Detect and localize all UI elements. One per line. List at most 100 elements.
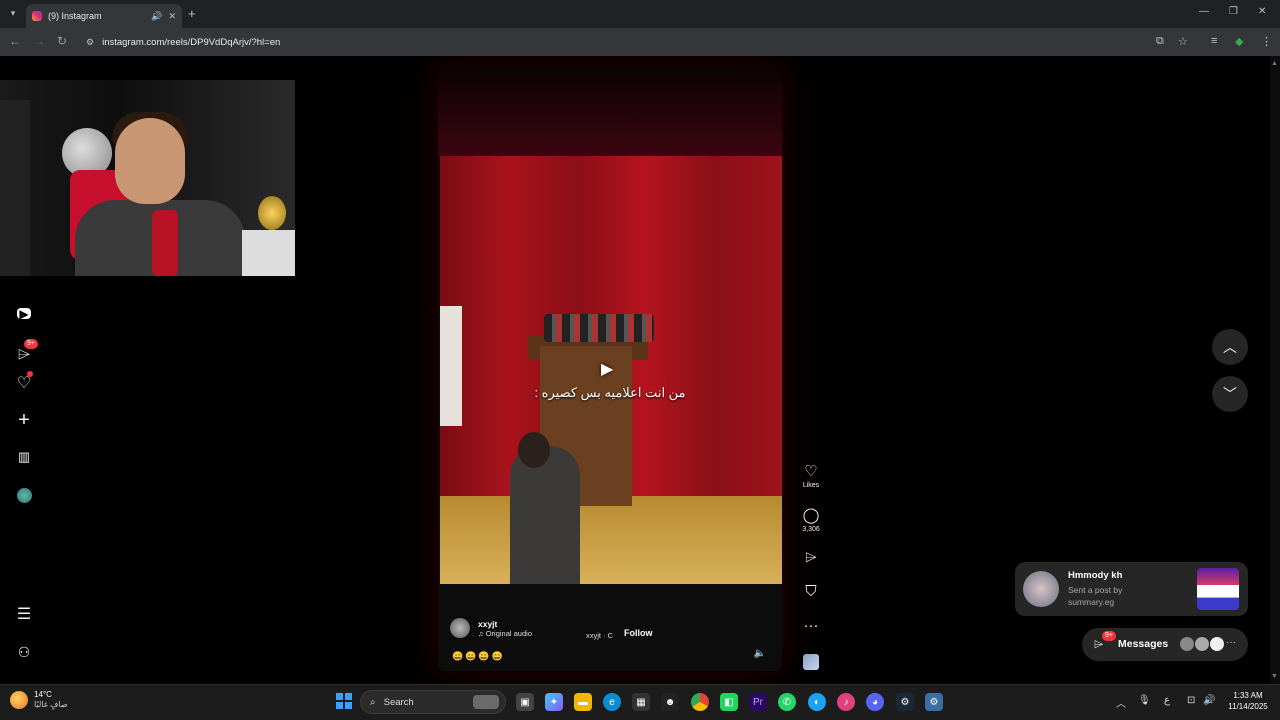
scroll-up-icon[interactable]: ▲ [1271,60,1278,67]
author-username[interactable]: xxyjt [478,619,532,629]
restore-icon[interactable]: ❐ [1229,6,1238,17]
site-info-icon[interactable]: ⚙ [86,37,94,48]
input-language[interactable]: ع [1164,695,1170,706]
close-tab-icon[interactable]: ✕ [168,11,176,22]
avatar [1195,637,1209,651]
scroll-down-icon[interactable]: ▼ [1271,673,1278,680]
edge-icon[interactable]: e [603,693,621,711]
message-notification[interactable]: Hmmody kh Sent a post by summary.eg [1015,562,1248,616]
chrome-icon[interactable] [691,693,709,711]
notification-dot [27,371,33,377]
page-scrollbar[interactable]: ▲ ▼ [1270,56,1280,684]
browser-toolbar: ← → ↻ ⚙ instagram.com/reels/DP9VdDqArjv/… [0,28,1280,56]
send-icon: ⌲ [1094,637,1104,651]
file-explorer-icon[interactable]: ▬ [574,693,592,711]
taskbar-search[interactable]: ⌕ Search [360,690,506,714]
extension-icon[interactable]: ◆ [1235,35,1243,48]
forward-icon[interactable]: → [33,34,45,48]
chevron-up-icon: ︿ [1223,339,1237,355]
chevron-down-icon: ﹀ [1223,386,1237,402]
close-window-icon[interactable]: ✕ [1258,6,1266,17]
like-button[interactable]: ♡ Likes [796,463,826,490]
media-controls-icon[interactable]: ≡ [1211,35,1217,47]
weather-description: صافٍ غالبًا [34,700,68,709]
next-reel-button[interactable]: ﹀ [1212,376,1248,412]
reload-icon[interactable]: ↻ [57,34,67,48]
author-avatar[interactable] [450,618,470,638]
follow-button[interactable]: Follow [618,626,659,640]
volume-icon[interactable]: 🔈 [754,648,766,659]
task-view-icon[interactable]: ▣ [516,693,534,711]
share-button[interactable]: ⌲ [796,550,826,566]
notification-source: summary.eg [1068,597,1115,607]
reel-player[interactable]: ▶ من انت اعلاميه بس كصيره : xxyjt ♫ Orig… [438,66,782,671]
comment-bubble-icon: ◯ [802,507,820,524]
notification-text: Sent a post by [1068,585,1123,595]
reel-author[interactable]: xxyjt ♫ Original audio [450,618,532,638]
post-thumbnail[interactable] [1197,568,1239,610]
start-button[interactable] [336,693,352,709]
steam-icon[interactable]: ⚙ [896,693,914,711]
microphone-icon[interactable]: 🎙 [1138,695,1151,706]
address-url[interactable]: instagram.com/reels/DP9VdDqArjv/?hl=en [102,37,280,48]
install-app-icon[interactable]: ⧉ [1156,35,1164,48]
system-clock[interactable]: 1:33 AM 11/14/2025 [1226,690,1270,712]
video-caption: من انت اعلاميه بس كصيره : [534,385,686,400]
streamer-webcam [0,80,295,276]
notifications-badge: 9+ [24,339,38,349]
audio-cover-icon [803,654,819,670]
play-icon[interactable]: ▶ [601,359,613,379]
menu-kebab-icon[interactable]: ⋮ [1261,35,1272,48]
search-icon: ⌕ [370,696,376,708]
temperature: 14°C [34,690,52,699]
app-icon[interactable]: ◧ [720,693,738,711]
audio-thumbnail[interactable] [796,654,826,670]
app-icon[interactable]: ◐ [808,693,826,711]
store-icon[interactable]: ▦ [632,693,650,711]
tray-overflow-icon[interactable]: ︿ [1116,695,1126,710]
messages-button[interactable]: ⌲ 9+ Messages ··· [1082,628,1248,661]
more-options-button[interactable]: ··· [796,618,826,634]
bookmark-icon: ⛉ [805,583,817,600]
comments-count: 3,306 [802,526,820,533]
whatsapp-icon[interactable]: ✆ [778,693,796,711]
copilot-icon[interactable]: ✦ [545,693,563,711]
dashboard-icon[interactable]: ▥ [14,447,34,467]
heart-icon: ♡ [804,463,818,480]
discord-icon[interactable]: ◕ [866,693,884,711]
settings-icon[interactable]: ⚙ [925,693,943,711]
sidebar-item-profile[interactable] [14,485,34,505]
send-icon: ⌲ [805,549,817,566]
search-label: Search [383,696,414,708]
previous-reel-button[interactable]: ︿ [1212,329,1248,365]
address-bar[interactable]: ⚙ instagram.com/reels/DP9VdDqArjv/?hl=en [80,32,1200,52]
back-icon[interactable]: ← [9,34,21,48]
bookmark-star-icon[interactable]: ☆ [1178,35,1188,48]
new-tab-button[interactable]: + [188,6,196,21]
volume-icon[interactable]: 🔊 [1203,695,1215,706]
browser-window: ▾ (9) Instagram 🔊 ✕ + — ❐ ✕ ← → ↻ ⚙ inst… [0,0,1280,720]
reels-play-icon[interactable]: ▶ [17,307,31,321]
tab-instagram[interactable]: (9) Instagram 🔊 ✕ [26,4,182,28]
sidebar-item-messages[interactable]: ⌲ 9+ [14,339,38,365]
avatar [1210,637,1224,651]
also-from-meta-icon[interactable]: ⚇ [14,642,34,662]
create-plus-icon[interactable]: + [14,409,34,431]
music-icon[interactable]: ♪ [837,693,855,711]
minimize-icon[interactable]: — [1199,6,1209,17]
likes-label: Likes [802,482,820,489]
profile-avatar [16,487,32,503]
audio-playing-icon[interactable]: 🔊 [151,11,162,22]
comment-button[interactable]: ◯ 3,306 [796,507,826,534]
sidebar-item-notifications[interactable]: ♡ [14,371,34,393]
more-menu-icon[interactable]: ☰ [14,604,34,624]
audio-label[interactable]: ♫ Original audio [478,629,532,638]
weather-widget[interactable]: 14°C صافٍ غالبًا [10,690,68,710]
network-icon[interactable]: ⊡ [1187,695,1195,706]
premiere-icon[interactable]: Pr [749,693,767,711]
alien-app-icon[interactable]: ☻ [661,693,679,711]
collab-label: xxyjt · C [586,631,614,640]
save-button[interactable]: ⛉ [796,584,826,600]
weather-icon [10,691,28,709]
tab-search-icon[interactable]: ▾ [4,4,22,22]
